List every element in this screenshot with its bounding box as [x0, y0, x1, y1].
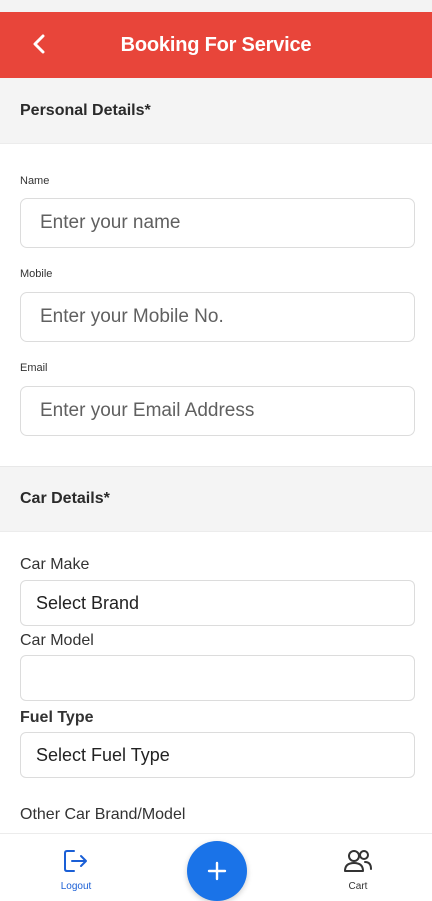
name-label: Name	[20, 175, 50, 187]
users-icon	[344, 850, 372, 872]
fuel-type-value: Select Fuel Type	[36, 744, 170, 765]
back-button[interactable]	[26, 30, 54, 58]
logout-button[interactable]: Logout	[56, 848, 96, 892]
fuel-type-label: Fuel Type	[20, 709, 94, 726]
page-title: Booking For Service	[120, 33, 312, 56]
email-label: Email	[20, 362, 48, 374]
name-field[interactable]	[20, 198, 415, 248]
car-make-label: Car Make	[20, 556, 90, 573]
email-field[interactable]	[20, 386, 415, 436]
fuel-type-select[interactable]: Select Fuel Type	[20, 732, 415, 778]
cart-button[interactable]: Cart	[340, 848, 376, 892]
app-header: Booking For Service	[0, 12, 432, 78]
car-make-value: Select Brand	[36, 592, 140, 613]
other-brand-label: Other Car Brand/Model	[20, 806, 186, 823]
personal-details-form: Name Mobile Email	[0, 175, 432, 436]
mobile-label: Mobile	[20, 268, 53, 280]
car-details-heading: Car Details*	[0, 466, 432, 532]
name-input[interactable]	[40, 212, 414, 234]
mobile-field[interactable]	[20, 292, 415, 342]
email-input[interactable]	[40, 400, 414, 422]
add-fab-button[interactable]	[187, 841, 247, 901]
car-make-select[interactable]: Select Brand	[20, 580, 415, 626]
plus-icon	[207, 861, 227, 881]
logout-icon	[64, 850, 87, 872]
mobile-input[interactable]	[40, 306, 414, 328]
car-model-label: Car Model	[20, 632, 94, 649]
cart-label: Cart	[348, 881, 368, 892]
logout-label: Logout	[60, 881, 92, 892]
personal-details-heading: Personal Details*	[0, 78, 432, 144]
status-bar	[0, 0, 432, 12]
car-model-select[interactable]	[20, 655, 415, 701]
back-chevron-icon	[33, 34, 45, 54]
car-details-form: Car Make Select Brand Car Model Fuel Typ…	[0, 556, 432, 824]
